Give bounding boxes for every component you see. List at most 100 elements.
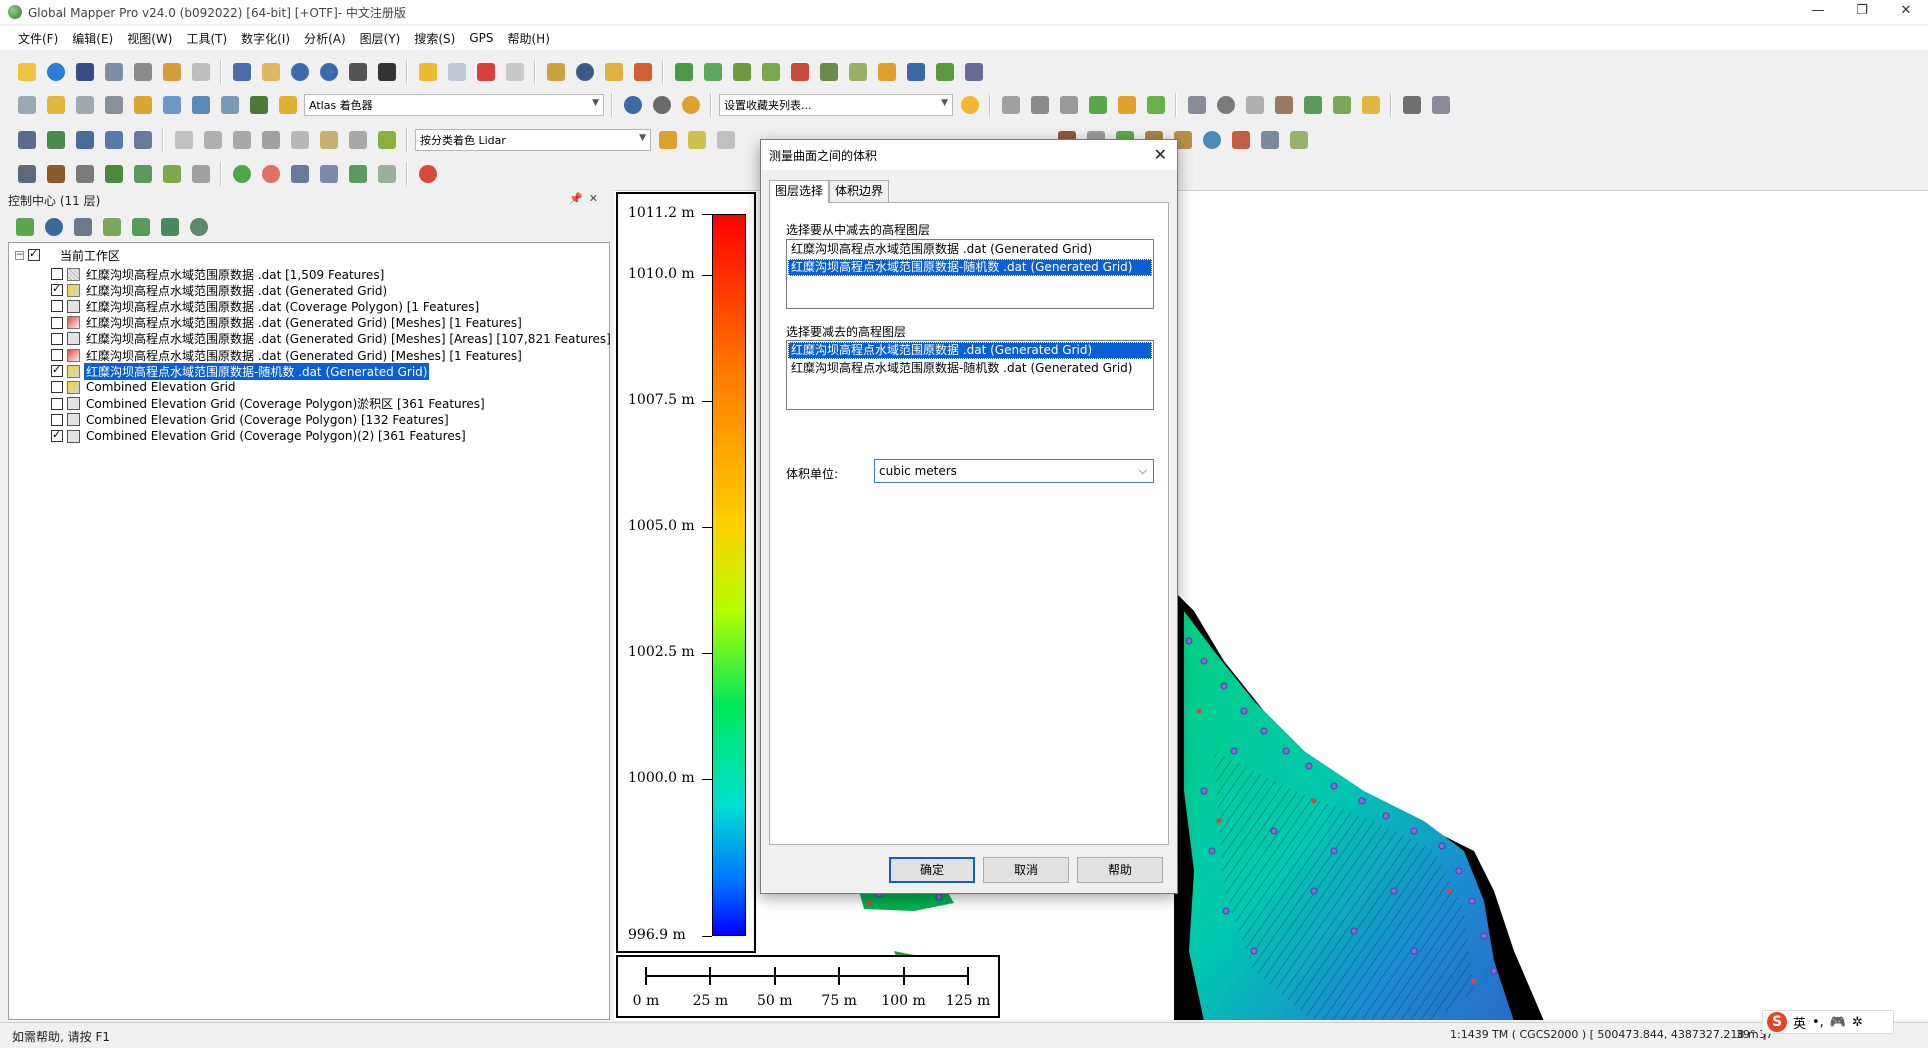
cross-icon[interactable] bbox=[903, 60, 928, 85]
dots-icon[interactable] bbox=[1228, 128, 1253, 153]
menu-help[interactable]: 帮助(H) bbox=[508, 30, 550, 47]
vertical-exag-icon[interactable] bbox=[217, 93, 242, 118]
list-item[interactable]: 红糜沟坝高程点水域范围原数据-随机数 .dat (Generated Grid) bbox=[788, 259, 1152, 276]
layer-checkbox[interactable] bbox=[51, 397, 63, 410]
open-file-icon[interactable] bbox=[14, 60, 39, 85]
filter-funnel-icon[interactable] bbox=[655, 128, 680, 153]
layer-checkbox[interactable] bbox=[51, 282, 63, 297]
overview-icon[interactable] bbox=[188, 60, 213, 85]
contour-icon[interactable] bbox=[700, 60, 725, 85]
layer-options-icon[interactable] bbox=[99, 215, 124, 240]
layer-visibility-icon[interactable] bbox=[157, 215, 182, 240]
control-center-icon[interactable] bbox=[159, 60, 184, 85]
target-icon[interactable] bbox=[1213, 93, 1238, 118]
menu-edit[interactable]: 编辑(E) bbox=[72, 30, 113, 47]
close-panel-icon[interactable]: ✕ bbox=[589, 192, 604, 205]
sign-icon[interactable] bbox=[130, 162, 155, 187]
shader-select[interactable]: Atlas 着色器 ▼ bbox=[304, 94, 604, 116]
help-button[interactable]: 帮助 bbox=[1077, 857, 1163, 883]
draw-arc-icon[interactable] bbox=[1056, 93, 1081, 118]
lidar-search-icon[interactable] bbox=[713, 128, 738, 153]
delete-icon[interactable] bbox=[473, 60, 498, 85]
menu-gps[interactable]: GPS bbox=[469, 31, 493, 45]
line-of-sight-icon[interactable] bbox=[816, 60, 841, 85]
play-icon[interactable] bbox=[229, 162, 254, 187]
cancel-button[interactable]: 取消 bbox=[983, 857, 1069, 883]
pen-edit-icon[interactable] bbox=[1428, 93, 1453, 118]
terrain-peaks-icon[interactable] bbox=[246, 93, 271, 118]
close-layer-icon[interactable] bbox=[186, 215, 211, 240]
image-icon[interactable] bbox=[874, 60, 899, 85]
open-data-icon[interactable] bbox=[12, 215, 37, 240]
layer-checkbox[interactable] bbox=[51, 300, 63, 313]
key-icon[interactable] bbox=[1257, 128, 1282, 153]
lidar-line-icon[interactable] bbox=[171, 128, 196, 153]
layer-checkbox[interactable] bbox=[51, 332, 63, 345]
brush-icon[interactable] bbox=[188, 162, 213, 187]
gps-device-icon[interactable] bbox=[630, 60, 655, 85]
pie-chart-icon[interactable] bbox=[415, 162, 440, 187]
workspace-checkbox[interactable] bbox=[28, 247, 40, 261]
elevation-icon[interactable] bbox=[188, 93, 213, 118]
classify-grid-icon[interactable] bbox=[1286, 128, 1311, 153]
maximize-button[interactable]: ❐ bbox=[1840, 0, 1884, 24]
pan-hand-icon[interactable] bbox=[258, 60, 283, 85]
draw-green-icon[interactable] bbox=[1085, 93, 1110, 118]
map-layout-icon[interactable] bbox=[101, 60, 126, 85]
ime-language[interactable]: 英 bbox=[1793, 1013, 1806, 1032]
building-icon[interactable] bbox=[72, 162, 97, 187]
draw-green2-icon[interactable] bbox=[1143, 93, 1168, 118]
ruler-icon[interactable] bbox=[374, 128, 399, 153]
attributes-icon[interactable] bbox=[502, 60, 527, 85]
water-level-icon[interactable] bbox=[159, 93, 184, 118]
layer-checkbox[interactable] bbox=[51, 268, 63, 280]
ime-toolbar[interactable]: S 英 •, 🎮 ✲ bbox=[1762, 1010, 1894, 1034]
volume-icon[interactable] bbox=[932, 60, 957, 85]
atlas-shader-icon[interactable] bbox=[275, 93, 300, 118]
menu-tools[interactable]: 工具(T) bbox=[186, 30, 227, 47]
lidar-classify-icon[interactable] bbox=[258, 128, 283, 153]
join-icon[interactable] bbox=[1300, 93, 1325, 118]
collapse-icon[interactable]: − bbox=[15, 250, 24, 260]
shader-icon[interactable] bbox=[43, 93, 68, 118]
lidar-select-icon[interactable] bbox=[200, 128, 225, 153]
crop-icon[interactable] bbox=[345, 128, 370, 153]
menu-digitize[interactable]: 数字化(I) bbox=[241, 30, 290, 47]
dialog-close-button[interactable]: ✕ bbox=[1154, 145, 1167, 164]
fill-icon[interactable] bbox=[845, 60, 870, 85]
layer-row[interactable]: Combined Elevation Grid (Coverage Polygo… bbox=[51, 427, 468, 445]
add-point-icon[interactable] bbox=[345, 162, 370, 187]
home-icon[interactable] bbox=[374, 60, 399, 85]
measure-icon[interactable] bbox=[543, 60, 568, 85]
list-item[interactable]: 红糜沟坝高程点水域范围原数据 .dat (Generated Grid) bbox=[788, 241, 1152, 258]
save-icon[interactable] bbox=[72, 60, 97, 85]
draw-orange-icon[interactable] bbox=[1114, 93, 1139, 118]
lidar-shape-icon[interactable] bbox=[316, 128, 341, 153]
tab-layer-selection[interactable]: 图层选择 bbox=[769, 180, 830, 203]
draw-line-icon[interactable] bbox=[998, 93, 1023, 118]
zoom-in-icon[interactable] bbox=[287, 60, 312, 85]
mountain-icon[interactable] bbox=[43, 162, 68, 187]
view-shed-icon[interactable] bbox=[729, 60, 754, 85]
layer-checkbox[interactable] bbox=[51, 363, 63, 378]
list-item[interactable]: 红糜沟坝高程点水域范围原数据-随机数 .dat (Generated Grid) bbox=[788, 360, 1152, 377]
lidar-color-select[interactable]: 按分类着色 Lidar ▼ bbox=[415, 129, 651, 151]
reshape-icon[interactable] bbox=[72, 128, 97, 153]
lidar-color-icon[interactable] bbox=[684, 128, 709, 153]
pin-icon[interactable]: 📌 bbox=[569, 192, 589, 205]
edit-line-icon[interactable] bbox=[1184, 93, 1209, 118]
grid-building-icon[interactable] bbox=[159, 162, 184, 187]
info-icon[interactable] bbox=[572, 60, 597, 85]
layer-checkbox[interactable] bbox=[51, 316, 63, 329]
path-profile-icon[interactable] bbox=[758, 60, 783, 85]
globe-icon[interactable] bbox=[43, 60, 68, 85]
wrench-icon[interactable] bbox=[130, 60, 155, 85]
subtract-layer-list[interactable]: 红糜沟坝高程点水域范围原数据 .dat (Generated Grid) 红糜沟… bbox=[786, 340, 1154, 410]
delete-vertex-icon[interactable] bbox=[130, 128, 155, 153]
volume-unit-select[interactable]: cubic meters ⌵ bbox=[874, 459, 1154, 483]
tab-volume-bounds[interactable]: 体积边界 bbox=[829, 180, 890, 202]
menu-view[interactable]: 视图(W) bbox=[127, 30, 172, 47]
web-globe-icon[interactable] bbox=[620, 93, 645, 118]
table-icon[interactable] bbox=[70, 215, 95, 240]
ok-button[interactable]: 确定 bbox=[889, 857, 975, 883]
